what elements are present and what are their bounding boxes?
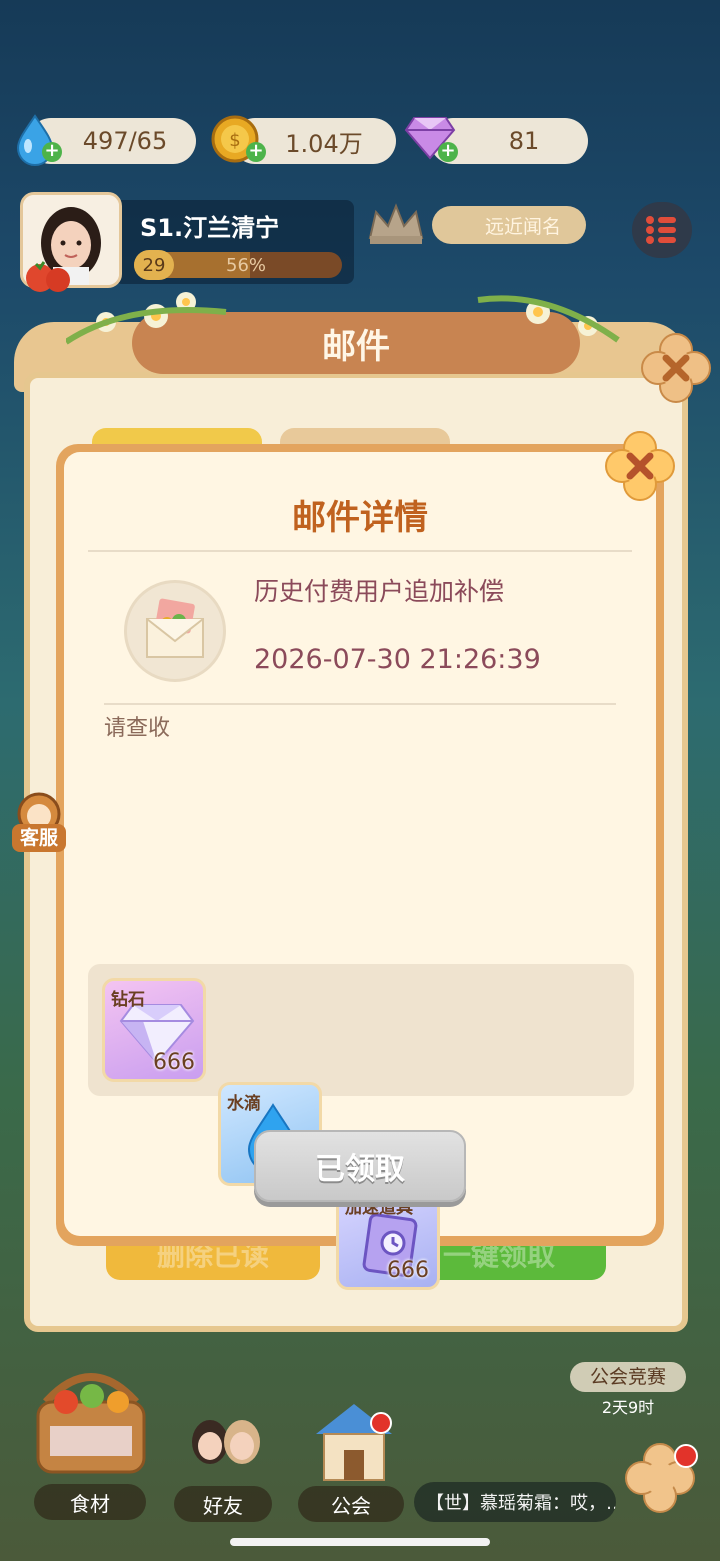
add-water-button[interactable]: + (42, 142, 62, 162)
mail-body-text: 请查收 (104, 716, 171, 741)
reward-item-diamond[interactable]: 钻石 666 (102, 978, 206, 1082)
customer-service-button[interactable]: 客服 (12, 790, 66, 858)
reward-count: 666 (387, 1258, 429, 1283)
svg-text:$: $ (229, 130, 240, 151)
add-coin-button[interactable]: + (246, 142, 266, 162)
home-indicator[interactable] (230, 1538, 490, 1546)
nav-food-label: 食材 (70, 1491, 110, 1516)
add-gem-button[interactable]: + (438, 142, 458, 162)
mail-panel-close-button[interactable] (640, 332, 712, 404)
guild-notification-dot (370, 1412, 392, 1434)
mail-detail-body (64, 452, 656, 1236)
nav-friends-label: 好友 (203, 1493, 243, 1518)
crown-icon (366, 202, 426, 250)
level-percent: 56% (226, 255, 267, 276)
menu-icon (646, 216, 676, 244)
customer-service-label: 客服 (12, 824, 66, 852)
claimed-label: 已领取 (315, 1152, 405, 1187)
level-number: 29 (142, 254, 166, 276)
claimed-button[interactable]: 已领取 (254, 1130, 466, 1202)
title-divider (88, 550, 632, 552)
water-value: 497/65 (82, 127, 168, 155)
mail-envelope-icon (124, 580, 226, 682)
close-icon (605, 431, 675, 501)
menu-button[interactable] (632, 202, 692, 258)
friends-icon (176, 1412, 276, 1490)
world-chat-message: 【世】慕瑶菊霜：哎，… (426, 1493, 616, 1514)
dialog-close-button[interactable] (604, 430, 676, 502)
reward-count: 666 (153, 1050, 195, 1075)
flower-decoration-icon (64, 282, 246, 356)
mail-timestamp: 2026-07-30 21:26:39 (254, 644, 541, 675)
guild-contest-timer: 2天9时 (601, 1398, 655, 1417)
reward-label: 钻石 (111, 990, 145, 1010)
gem-value: 81 (508, 127, 540, 155)
nav-guild-label: 公会 (331, 1493, 371, 1518)
food-basket-icon (26, 1362, 156, 1484)
coin-value: 1.04万 (285, 129, 363, 158)
mail-panel-title-text: 邮件 (322, 326, 390, 367)
guild-contest-button[interactable]: 公会竞赛 2天9时 (570, 1362, 686, 1417)
player-name: S1.汀兰清宁 (140, 214, 280, 242)
guild-contest-label: 公会竞赛 (570, 1362, 686, 1392)
world-chat-bar[interactable]: 【世】慕瑶菊霜：哎，… (414, 1482, 616, 1522)
mail-detail-dialog (56, 444, 664, 1246)
header-divider (104, 703, 616, 705)
nav-friends[interactable]: 好友 (174, 1486, 272, 1522)
flower-decoration-right-icon (468, 280, 628, 354)
reward-label: 水滴 (227, 1094, 261, 1114)
close-icon (641, 333, 711, 403)
dialog-title: 邮件详情 (292, 498, 428, 538)
mail-subject: 历史付费用户追加补偿 (254, 577, 505, 606)
level-badge: 29 (134, 250, 174, 280)
menu-notification-dot (674, 1444, 698, 1468)
nav-food[interactable]: 食材 (34, 1484, 146, 1520)
nav-guild[interactable]: 公会 (298, 1486, 404, 1522)
fame-label: 远近闻名 (484, 215, 561, 238)
fame-button[interactable]: 远近闻名 (432, 206, 586, 244)
